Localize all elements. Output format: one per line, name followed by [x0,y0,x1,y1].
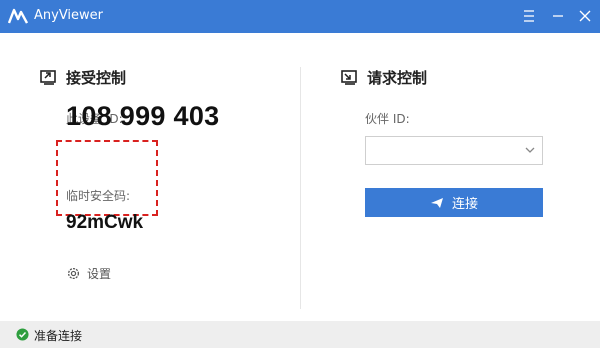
gear-icon [67,267,80,280]
request-control-icon [341,70,357,85]
settings-label: 设置 [87,267,112,281]
settings-link[interactable]: 设置 [66,265,111,282]
menu-icon[interactable] [516,4,542,28]
temp-code-highlight [56,140,158,216]
anyviewer-logo-icon [8,8,28,24]
temp-code-label: 临时安全码: [66,189,131,203]
temp-code-value: 92mCwk [66,212,144,233]
status-text: 准备连接 [34,329,83,343]
minimize-icon[interactable] [545,4,571,28]
receive-control-heading: 接受控制 [66,68,127,87]
check-circle-icon [16,328,29,341]
connect-label: 连接 [451,196,478,211]
partner-id-input[interactable] [365,136,543,165]
receive-control-header: 接受控制 [40,66,126,88]
device-id-value: 108 999 403 [66,101,220,131]
window-title: AnyViewer [34,8,104,23]
request-control-heading: 请求控制 [367,68,428,87]
partner-id-label: 伙伴 ID: [365,112,410,126]
close-icon[interactable] [572,4,598,28]
request-control-header: 请求控制 [341,66,427,88]
chevron-down-icon[interactable] [524,144,536,156]
send-icon [430,197,443,208]
request-control-panel: 请求控制 伙伴 ID: 连接 [301,33,600,321]
title-bar: AnyViewer [0,0,600,33]
receive-control-icon [40,70,56,85]
connect-button[interactable]: 连接 [365,188,543,217]
status-bar: 准备连接 [0,321,600,348]
